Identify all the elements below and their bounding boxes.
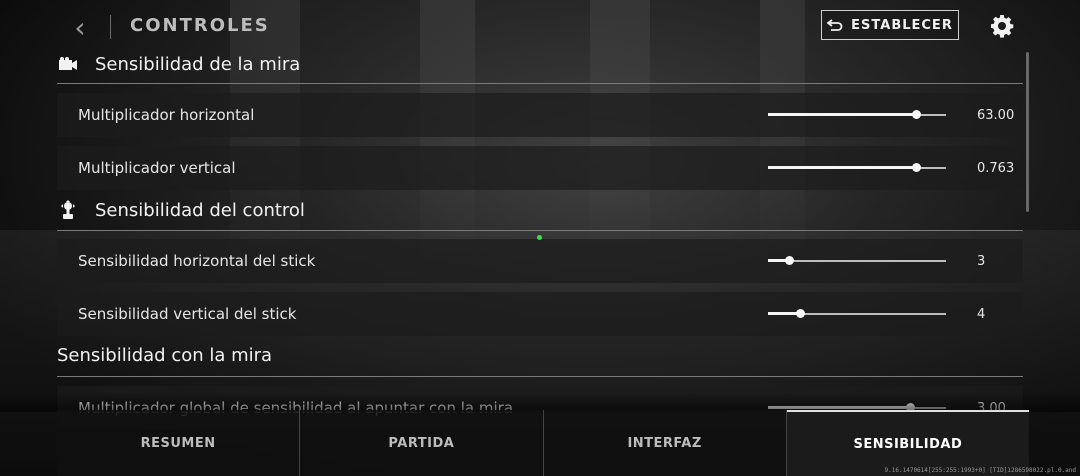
section-title: Sensibilidad con la mira — [57, 345, 273, 366]
slider-handle[interactable] — [911, 163, 921, 172]
setting-label: Sensibilidad horizontal del stick — [78, 252, 316, 270]
setting-row-vertical-multiplier[interactable]: Multiplicador vertical 0.763 — [57, 146, 1023, 190]
slider-fill — [768, 113, 916, 116]
stick-vertical-slider[interactable] — [768, 306, 946, 322]
header-divider — [110, 15, 111, 39]
slider-handle[interactable] — [911, 110, 921, 119]
setting-row-horizontal-multiplier[interactable]: Multiplicador horizontal 63.00 — [57, 93, 1023, 137]
gear-icon[interactable] — [990, 14, 1014, 38]
top-bar: ‹ CONTROLES ESTABLECER — [0, 0, 1080, 54]
reset-button-label: ESTABLECER — [851, 17, 953, 33]
tab-partida[interactable]: PARTIDA — [300, 410, 544, 476]
chevron-left-icon: ‹ — [74, 10, 86, 44]
tab-interfaz[interactable]: INTERFAZ — [544, 410, 787, 476]
setting-row-stick-horizontal[interactable]: Sensibilidad horizontal del stick 3 — [57, 239, 1023, 283]
setting-label: Multiplicador vertical — [78, 159, 236, 177]
slider-fill — [768, 406, 911, 409]
tab-resumen[interactable]: RESUMEN — [57, 410, 301, 476]
scrollbar[interactable] — [1026, 52, 1029, 212]
bottom-tab-bar: RESUMEN PARTIDA INTERFAZ SENSIBILIDAD — [57, 410, 1029, 476]
slider-track — [768, 260, 946, 262]
section-divider — [57, 376, 1023, 377]
section-ads-sensitivity-header: Sensibilidad con la mira — [57, 345, 1023, 366]
section-divider — [57, 83, 1023, 84]
stick-horizontal-slider[interactable] — [768, 253, 946, 269]
undo-icon — [827, 19, 843, 31]
slider-handle[interactable] — [785, 256, 795, 265]
section-aim-sensitivity-header: Sensibilidad de la mira — [57, 53, 1023, 75]
joystick-icon — [57, 199, 79, 221]
status-dot — [537, 235, 542, 240]
camera-icon — [57, 53, 79, 75]
setting-value: 0.763 — [977, 160, 1015, 176]
section-divider — [57, 230, 1023, 231]
slider-fill — [768, 166, 916, 169]
setting-label: Multiplicador horizontal — [78, 106, 255, 124]
horizontal-multiplier-slider[interactable] — [768, 107, 946, 123]
page-title: CONTROLES — [130, 15, 270, 36]
section-controller-sensitivity-header: Sensibilidad del control — [57, 199, 1023, 221]
setting-value: 63.00 — [977, 107, 1015, 123]
setting-value: 3 — [977, 253, 986, 269]
setting-value: 4 — [977, 306, 986, 322]
reset-button[interactable]: ESTABLECER — [821, 10, 959, 40]
setting-row-stick-vertical[interactable]: Sensibilidad vertical del stick 4 — [57, 292, 1023, 336]
slider-handle[interactable] — [796, 309, 806, 318]
setting-label: Sensibilidad vertical del stick — [78, 305, 297, 323]
vertical-multiplier-slider[interactable] — [768, 160, 946, 176]
section-title: Sensibilidad del control — [95, 199, 305, 221]
section-title: Sensibilidad de la mira — [95, 53, 301, 75]
build-info-text: 9.16.1470614[255:255:1993+0] [TID]128659… — [884, 467, 1076, 474]
back-button[interactable]: ‹ — [66, 10, 94, 44]
